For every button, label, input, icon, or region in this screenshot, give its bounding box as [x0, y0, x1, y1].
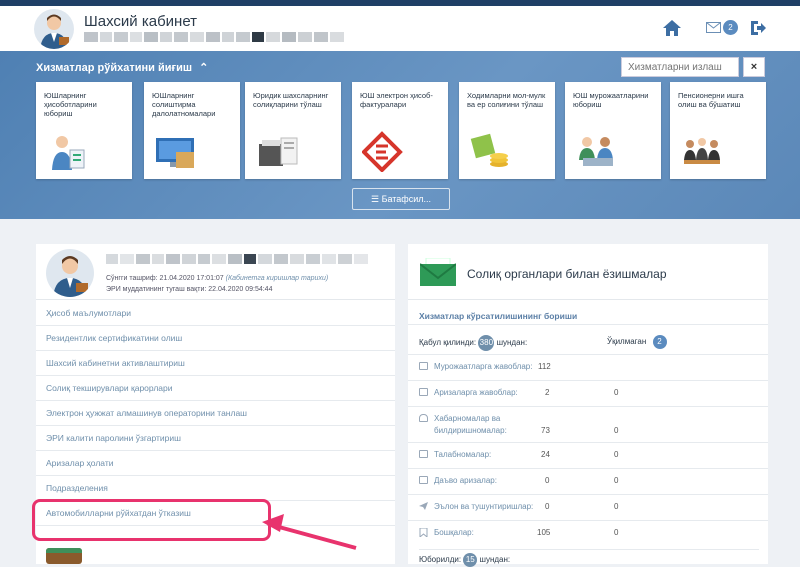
stat-row-notifications[interactable]: Хабарномалар ва билдиришномалар: 73 0 — [408, 406, 768, 442]
stat-total: 0 — [545, 502, 550, 511]
sent-label: Юборилди: — [419, 555, 462, 564]
sent-of-which-label: шундан: — [479, 555, 511, 564]
stat-total: 0 — [545, 476, 550, 485]
stat-label: Талабномалар: — [434, 450, 492, 459]
of-which-label: шундан: — [496, 338, 528, 347]
received-label: Қабул қилинди: — [419, 338, 477, 347]
stat-row-claims[interactable]: Даъво аризалар: 0 0 — [408, 468, 768, 491]
stat-label: Хабарномалар ва — [434, 414, 501, 423]
stat-total: 112 — [538, 362, 551, 371]
correspondence-header: Солиқ органлари билан ёзишмалар — [408, 244, 768, 300]
stat-unread: 0 — [614, 476, 619, 485]
stat-label: Мурожаатларга жавоблар: — [434, 362, 533, 371]
stat-label: Даъво аризалар: — [434, 476, 497, 485]
stat-total: 2 — [545, 388, 550, 397]
correspondence-panel: Солиқ органлари билан ёзишмалар Хизматла… — [408, 244, 768, 567]
stat-label: Эълон ва тушунтиришлар: — [434, 502, 534, 511]
correspondence-title: Солиқ органлари билан ёзишмалар — [467, 267, 667, 281]
megaphone-icon — [419, 450, 428, 458]
unread-summary: Ўқилмаган 2 — [607, 335, 667, 349]
send-icon — [419, 502, 428, 510]
received-summary: Қабул қилинди: 380 шундан: — [419, 335, 527, 351]
envelope-icon — [419, 388, 428, 396]
stat-label: Аризаларга жавоблар: — [434, 388, 518, 397]
unread-count-badge: 2 — [652, 335, 667, 349]
bell-icon — [419, 414, 428, 422]
stat-row-appeal-responses[interactable]: Мурожаатларга жавоблар: 112 — [408, 354, 768, 377]
stat-total: 73 — [541, 426, 550, 435]
stat-total: 24 — [541, 450, 550, 459]
stat-row-announcements[interactable]: Эълон ва тушунтиришлар: 0 0 — [408, 494, 768, 517]
stat-unread: 0 — [614, 528, 619, 537]
stat-row-others[interactable]: Бошқалар: 105 0 — [408, 520, 768, 543]
envelope-icon — [419, 362, 428, 370]
stat-total: 105 — [537, 528, 551, 537]
stat-label: Бошқалар: — [434, 528, 474, 537]
received-count-badge: 380 — [478, 335, 495, 351]
services-progress-subtitle: Хизматлар кўрсатилишининг бориши — [419, 311, 578, 321]
unread-label: Ўқилмаган — [607, 337, 647, 346]
sent-summary: Юборилди: 15 шундан: — [419, 549, 759, 567]
stat-unread: 0 — [614, 450, 619, 459]
stat-unread: 0 — [614, 426, 619, 435]
bookmark-icon — [419, 527, 428, 539]
briefcase-icon — [419, 476, 428, 484]
sent-count-badge: 15 — [463, 553, 478, 567]
stat-row-application-responses[interactable]: Аризаларга жавоблар: 2 0 — [408, 380, 768, 403]
stat-unread: 0 — [614, 388, 619, 397]
stat-unread: 0 — [614, 502, 619, 511]
stat-label-line2: билдиришномалар: — [434, 426, 507, 435]
divider — [408, 324, 768, 325]
envelope-icon — [419, 257, 457, 289]
stat-row-demands[interactable]: Талабномалар: 24 0 — [408, 442, 768, 465]
